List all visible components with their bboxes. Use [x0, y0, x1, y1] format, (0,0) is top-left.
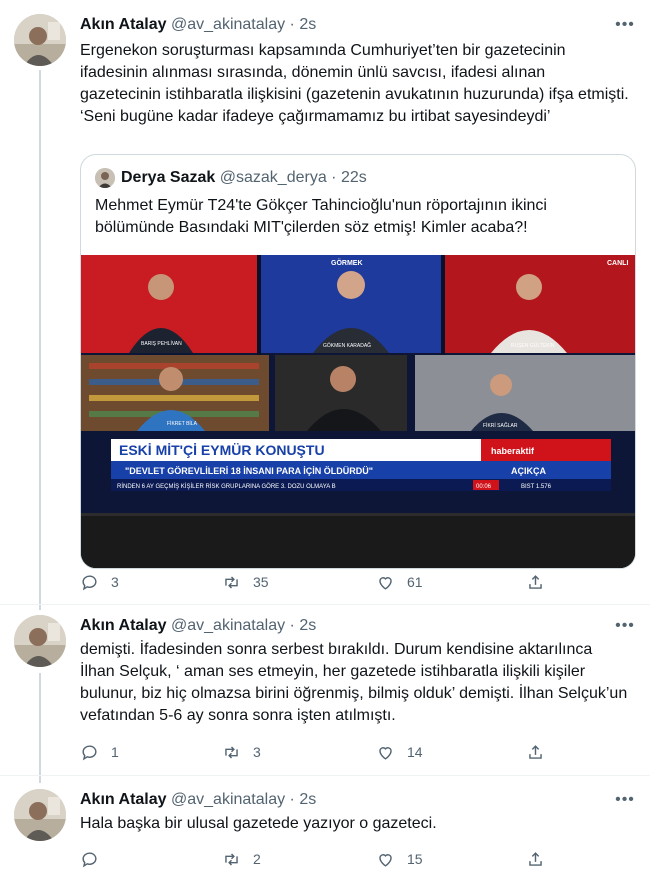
- banner-quote: "DEVLET GÖREVLİLERİ 18 İNSANI PARA İÇİN …: [125, 466, 373, 476]
- author-name[interactable]: Akın Atalay: [80, 791, 167, 808]
- retweet-count: 35: [253, 574, 269, 590]
- avatar[interactable]: [14, 14, 66, 66]
- separator-dot: ·: [289, 617, 295, 634]
- reply-count: 1: [111, 744, 119, 760]
- heart-icon: [379, 576, 392, 590]
- timestamp[interactable]: 2s: [299, 791, 316, 808]
- tweet-header: Akın Atalay @av_akinatalay · 2s: [80, 615, 316, 637]
- share-button[interactable]: [526, 847, 545, 871]
- bist-index: BIST 1.576: [521, 484, 552, 490]
- reply-icon: [82, 574, 97, 590]
- retweet-icon: [225, 745, 238, 759]
- divider: [0, 604, 650, 605]
- quoted-text: Mehmet Eymür T24'te Gökçer Tahincioğlu'n…: [95, 197, 547, 236]
- timestamp[interactable]: 2s: [299, 617, 316, 634]
- tweet[interactable]: Akın Atalay @av_akinatalay · 2s ••• Hala…: [0, 789, 650, 875]
- top-label: GÖRMEK: [331, 258, 363, 267]
- tweet-header: Akın Atalay @av_akinatalay · 2s: [80, 789, 316, 811]
- share-icon: [529, 851, 542, 866]
- quoted-media-image[interactable]: BARIŞ PEHLİVAN GÖKMEN KARADAĞ RUŞEN GÜLT…: [81, 255, 635, 568]
- like-button[interactable]: 14: [376, 740, 423, 764]
- like-button[interactable]: 61: [376, 570, 423, 594]
- like-button[interactable]: 15: [376, 847, 423, 871]
- quoted-timestamp: 22s: [340, 169, 367, 186]
- tweet-text: Hala başka bir ulusal gazetede yazıyor o…: [80, 815, 437, 832]
- live-label: CANLI: [607, 260, 628, 267]
- tv-screen-photo: BARIŞ PEHLİVAN GÖKMEN KARADAĞ RUŞEN GÜLT…: [81, 255, 635, 568]
- avatar-photo: [14, 789, 66, 841]
- separator-dot: ·: [289, 16, 295, 33]
- reply-icon: [82, 744, 97, 760]
- more-icon[interactable]: •••: [614, 789, 636, 811]
- reply-button[interactable]: 1: [80, 740, 119, 764]
- like-count: 15: [407, 851, 423, 867]
- news-ticker: RİNDEN 6 AY GEÇMİŞ KİŞİLER RİSK GRUPLARI…: [117, 483, 336, 490]
- more-icon[interactable]: •••: [614, 14, 636, 36]
- reply-icon: [82, 851, 97, 867]
- channel-logo: haberaktif: [491, 446, 535, 456]
- author-name[interactable]: Akın Atalay: [80, 617, 167, 634]
- tweet-actions: 1 3 14: [80, 740, 560, 764]
- heart-icon: [379, 853, 392, 867]
- timestamp[interactable]: 2s: [299, 16, 316, 33]
- author-handle[interactable]: @av_akinatalay: [171, 16, 285, 33]
- banner-title: ESKİ MİT'Çİ EYMÜR KONUŞTU: [119, 442, 325, 458]
- guest-name-1: BARIŞ PEHLİVAN: [141, 340, 182, 347]
- retweet-icon: [225, 852, 238, 866]
- share-button[interactable]: [526, 740, 545, 764]
- share-button[interactable]: [526, 570, 545, 594]
- reply-button[interactable]: 3: [80, 570, 119, 594]
- reply-button[interactable]: [80, 847, 111, 871]
- tweet[interactable]: Akın Atalay @av_akinatalay · 2s ••• Erge…: [0, 14, 650, 604]
- quoted-author-handle: @sazak_derya: [219, 169, 327, 186]
- guest-name-4: FİKRET BİLA: [167, 420, 198, 427]
- reply-count: 3: [111, 574, 119, 590]
- avatar[interactable]: [14, 615, 66, 667]
- avatar[interactable]: [14, 789, 66, 841]
- ticker-time: 00:06: [476, 484, 492, 490]
- separator-dot: ·: [331, 169, 337, 186]
- guest-name-3: RUŞEN GÜLTEKİN: [511, 342, 555, 349]
- quoted-author-name: Derya Sazak: [121, 169, 216, 186]
- retweet-icon: [225, 575, 238, 589]
- guest-name-5: FİKRİ SAĞLAR: [483, 422, 518, 429]
- quoted-header: Derya Sazak @sazak_derya · 22s: [121, 167, 367, 189]
- retweet-count: 2: [253, 851, 261, 867]
- quoted-avatar: [95, 168, 115, 188]
- share-icon: [529, 574, 542, 589]
- like-count: 14: [407, 744, 423, 760]
- tweet-text: demişti. İfadesinden sonra serbest bırak…: [80, 641, 628, 724]
- tweet-actions: 3 35 61: [80, 570, 560, 594]
- heart-icon: [379, 746, 392, 760]
- show-name: AÇIKÇA: [511, 466, 546, 476]
- tweet-text: Ergenekon soruşturması kapsamında Cumhur…: [80, 42, 629, 125]
- author-handle[interactable]: @av_akinatalay: [171, 617, 285, 634]
- author-name[interactable]: Akın Atalay: [80, 16, 167, 33]
- more-icon[interactable]: •••: [614, 615, 636, 637]
- avatar-photo: [14, 14, 66, 66]
- retweet-button[interactable]: 3: [222, 740, 261, 764]
- retweet-count: 3: [253, 744, 261, 760]
- guest-name-2: GÖKMEN KARADAĞ: [323, 342, 371, 349]
- author-handle[interactable]: @av_akinatalay: [171, 791, 285, 808]
- avatar-photo: [14, 615, 66, 667]
- separator-dot: ·: [289, 791, 295, 808]
- retweet-button[interactable]: 2: [222, 847, 261, 871]
- divider: [0, 775, 650, 776]
- tweet[interactable]: Akın Atalay @av_akinatalay · 2s ••• demi…: [0, 615, 650, 775]
- share-icon: [529, 744, 542, 759]
- tweet-header: Akın Atalay @av_akinatalay · 2s: [80, 14, 316, 36]
- like-count: 61: [407, 574, 423, 590]
- retweet-button[interactable]: 35: [222, 570, 269, 594]
- quoted-tweet[interactable]: Derya Sazak @sazak_derya · 22s Mehmet Ey…: [80, 154, 636, 569]
- tweet-actions: 2 15: [80, 847, 560, 871]
